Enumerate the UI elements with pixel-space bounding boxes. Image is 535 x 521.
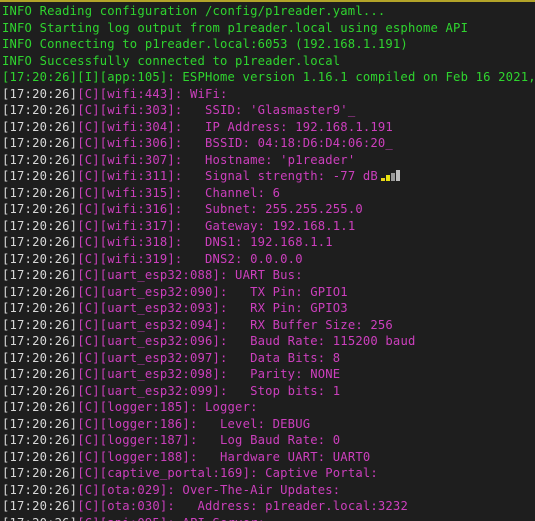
log-line-text: [C][logger:185]: Logger: [77,400,258,415]
log-line: [17:20:26][C][wifi:317]: Gateway: 192.16… [2,218,535,235]
log-line: [17:20:26][I][app:105]: ESPHome version … [2,69,535,86]
log-line-text: [C][uart_esp32:093]: RX Pin: GPIO3 [77,301,348,316]
log-line-text: [C][wifi:303]: SSID: 'Glasmaster9'_ [77,103,356,118]
wifi-signal-bars-icon [380,170,403,182]
log-line: [17:20:26][C][logger:188]: Hardware UART… [2,449,535,466]
log-line-text: [C][api:095]: API Server: [77,516,265,521]
log-line-text: [17:20:26][I][app:105]: ESPHome version … [2,70,535,85]
log-line: [17:20:26][C][wifi:311]: Signal strength… [2,168,535,185]
log-line: [17:20:26][C][wifi:315]: Channel: 6 [2,185,535,202]
log-timestamp: [17:20:26] [2,136,78,151]
log-line: [17:20:26][C][wifi:443]: WiFi: [2,86,535,103]
log-line-text: [C][uart_esp32:094]: RX Buffer Size: 256 [77,317,393,332]
log-line: [17:20:26][C][logger:187]: Log Baud Rate… [2,432,535,449]
log-line-text: [C][wifi:306]: BSSID: 04:18:D6:D4:06:20_ [77,136,393,151]
terminal-log-view[interactable]: INFO Reading configuration /config/p1rea… [0,0,535,521]
log-line-text: [C][wifi:318]: DNS1: 192.168.1.1 [77,235,333,250]
log-line: [17:20:26][C][ota:029]: Over-The-Air Upd… [2,482,535,499]
log-timestamp: [17:20:26] [2,185,78,200]
log-timestamp: [17:20:26] [2,251,78,266]
log-line-text: INFO Reading configuration /config/p1rea… [2,4,386,18]
log-line: [17:20:26][C][uart_esp32:090]: TX Pin: G… [2,284,535,301]
log-timestamp: [17:20:26] [2,103,78,118]
log-timestamp: [17:20:26] [2,317,78,332]
log-timestamp: [17:20:26] [2,268,78,283]
log-line: [17:20:26][C][wifi:316]: Subnet: 255.255… [2,201,535,218]
log-line: [17:20:26][C][uart_esp32:094]: RX Buffer… [2,317,535,334]
log-line-text: [C][wifi:443]: WiFi: [77,86,228,101]
log-line-text: [C][uart_esp32:098]: Parity: NONE [77,367,341,382]
log-line: [17:20:26][C][uart_esp32:093]: RX Pin: G… [2,300,535,317]
log-line-text: [C][logger:186]: Level: DEBUG [77,416,311,431]
log-timestamp: [17:20:26] [2,367,78,382]
log-line: [17:20:26][C][uart_esp32:099]: Stop bits… [2,383,535,400]
log-timestamp: [17:20:26] [2,152,78,167]
log-line-text: INFO Starting log output from p1reader.l… [2,20,469,35]
log-line: [17:20:26][C][uart_esp32:088]: UART Bus: [2,267,535,284]
log-timestamp: [17:20:26] [2,301,78,316]
log-line: INFO Starting log output from p1reader.l… [2,20,535,37]
log-line-text: [C][wifi:311]: Signal strength: -77 dB [77,169,378,184]
log-line-text: [C][wifi:317]: Gateway: 192.168.1.1 [77,218,356,233]
log-line: INFO Connecting to p1reader.local:6053 (… [2,36,535,53]
log-timestamp: [17:20:26] [2,416,78,431]
log-line-text: [C][uart_esp32:097]: Data Bits: 8 [77,350,341,365]
log-timestamp: [17:20:26] [2,169,78,184]
log-timestamp: [17:20:26] [2,449,78,464]
log-line-text: [C][wifi:316]: Subnet: 255.255.255.0 [77,202,363,217]
log-timestamp: [17:20:26] [2,516,77,521]
log-line-text: [C][logger:188]: Hardware UART: UART0 [77,449,371,464]
log-line: [17:20:26][C][wifi:304]: IP Address: 192… [2,119,535,136]
log-timestamp: [17:20:26] [2,383,78,398]
log-line: [17:20:26][C][uart_esp32:097]: Data Bits… [2,350,535,367]
log-line: [17:20:26][C][wifi:319]: DNS2: 0.0.0.0 [2,251,535,268]
log-timestamp: [17:20:26] [2,350,78,365]
log-timestamp: [17:20:26] [2,119,78,134]
log-line: [17:20:26][C][ota:030]: Address: p1reade… [2,498,535,515]
log-line: [17:20:26][C][wifi:306]: BSSID: 04:18:D6… [2,135,535,152]
log-timestamp: [17:20:26] [2,499,78,514]
log-line-text: [C][ota:029]: Over-The-Air Updates: [77,482,341,497]
log-timestamp: [17:20:26] [2,400,78,415]
log-timestamp: [17:20:26] [2,235,78,250]
log-timestamp: [17:20:26] [2,202,78,217]
log-line-text: [C][uart_esp32:088]: UART Bus: [77,268,303,283]
log-line-text: [C][uart_esp32:096]: Baud Rate: 115200 b… [77,334,416,349]
log-line-text: [C][wifi:319]: DNS2: 0.0.0.0 [77,251,303,266]
log-line: INFO Reading configuration /config/p1rea… [2,3,535,20]
log-timestamp: [17:20:26] [2,284,78,299]
log-line: [17:20:26][C][logger:185]: Logger: [2,399,535,416]
log-line-text: [C][uart_esp32:099]: Stop bits: 1 [77,383,341,398]
log-timestamp: [17:20:26] [2,334,78,349]
log-line-text: INFO Connecting to p1reader.local:6053 (… [2,37,408,52]
log-line: [17:20:26][C][logger:186]: Level: DEBUG [2,416,535,433]
log-line: INFO Successfully connected to p1reader.… [2,53,535,70]
log-line-text: [C][logger:187]: Log Baud Rate: 0 [77,433,341,448]
log-line: [17:20:26][C][wifi:303]: SSID: 'Glasmast… [2,102,535,119]
log-timestamp: [17:20:26] [2,86,78,101]
log-line: [17:20:26][C][captive_portal:169]: Capti… [2,465,535,482]
log-line-text: [C][wifi:307]: Hostname: 'p1reader' [77,152,356,167]
log-timestamp: [17:20:26] [2,433,78,448]
log-line: [17:20:26][C][wifi:318]: DNS1: 192.168.1… [2,234,535,251]
log-line: [17:20:26][C][uart_esp32:098]: Parity: N… [2,366,535,383]
log-line-text: [C][uart_esp32:090]: TX Pin: GPIO1 [77,284,348,299]
log-line-text: [C][captive_portal:169]: Captive Portal: [77,466,378,481]
log-timestamp: [17:20:26] [2,218,78,233]
log-line-text: INFO Successfully connected to p1reader.… [2,53,341,68]
log-line: [17:20:26][C][api:095]: API Server: [2,515,535,521]
log-line-text: [C][wifi:304]: IP Address: 192.168.1.191 [77,119,393,134]
log-timestamp: [17:20:26] [2,482,78,497]
log-line: [17:20:26][C][wifi:307]: Hostname: 'p1re… [2,152,535,169]
log-timestamp: [17:20:26] [2,466,78,481]
log-line-text: [C][ota:030]: Address: p1reader.local:32… [77,499,408,514]
log-line: [17:20:26][C][uart_esp32:096]: Baud Rate… [2,333,535,350]
log-line-text: [C][wifi:315]: Channel: 6 [77,185,281,200]
